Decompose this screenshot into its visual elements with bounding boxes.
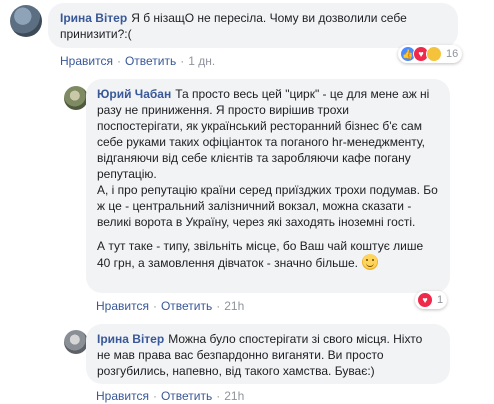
timestamp[interactable]: 21h <box>224 389 244 403</box>
comment-paragraph: А тут таке - типу, звільніть місце, бо В… <box>97 238 438 271</box>
comment-paragraph: Юрий Чабан Та просто весь цей "цирк" - це… <box>97 86 438 230</box>
love-icon: ♥ <box>417 292 433 308</box>
timestamp[interactable]: 21h <box>224 299 244 313</box>
comment-author[interactable]: Ірина Вітер <box>60 11 127 25</box>
smile-emoji-icon <box>361 254 378 270</box>
reply-link[interactable]: Ответить <box>125 54 176 68</box>
avatar[interactable] <box>64 86 88 110</box>
avatar[interactable] <box>64 330 88 354</box>
reply-link[interactable]: Ответить <box>161 389 212 403</box>
comment-bubble: Ірина Вітер Можна було спостерігати зі св… <box>86 324 450 384</box>
comment-actions: Нравится · Ответить · 1 дн. <box>60 54 216 68</box>
comment-bubble: Юрий Чабан Та просто весь цей "цирк" - це… <box>86 79 450 293</box>
comment-bubble: Ірина Вітер Я б нізащО не пересіла. Чому … <box>48 3 458 48</box>
angry-icon <box>426 46 442 62</box>
avatar[interactable] <box>10 5 42 37</box>
reactions-summary[interactable]: 👍 ♥ 16 <box>398 45 463 63</box>
reply-link[interactable]: Ответить <box>161 299 212 313</box>
like-link[interactable]: Нравится <box>60 54 113 68</box>
comment-actions: Нравится · Ответить · 21h <box>96 389 245 403</box>
like-link[interactable]: Нравится <box>96 299 149 313</box>
comment-author[interactable]: Юрий Чабан <box>97 87 171 101</box>
like-link[interactable]: Нравится <box>96 389 149 403</box>
timestamp[interactable]: 1 дн. <box>188 54 215 68</box>
comment-author[interactable]: Ірина Вітер <box>97 332 164 346</box>
reaction-count: 1 <box>437 294 444 306</box>
comment-actions: Нравится · Ответить · 21h <box>96 299 245 313</box>
reactions-summary[interactable]: ♥ 1 <box>415 291 448 309</box>
comment-text: Та просто весь цей "цирк" - це для мене … <box>97 87 438 229</box>
reaction-count: 16 <box>446 48 459 60</box>
